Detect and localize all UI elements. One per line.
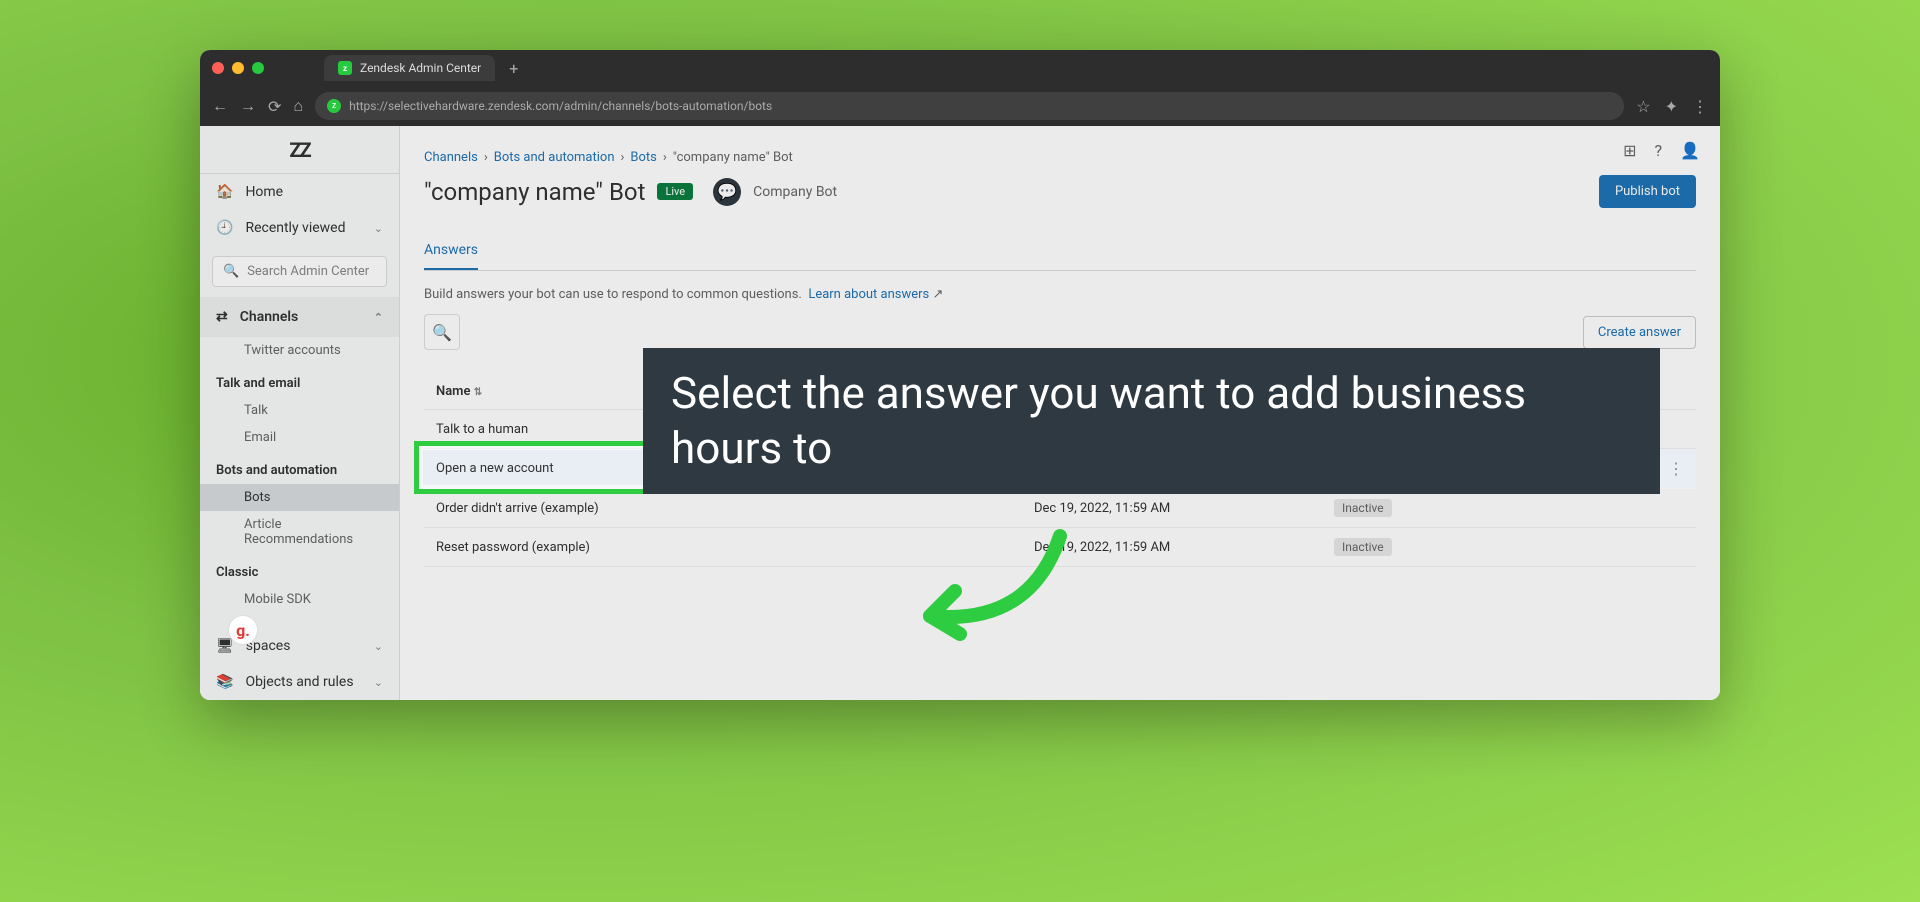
sidebar-channels-header[interactable]: ⇄ Channels ⌃ [200, 297, 399, 337]
chevron-down-icon: ⌄ [374, 676, 383, 689]
external-icon: ↗ [933, 287, 944, 302]
toolbar: 🔍 Create answer [424, 314, 1696, 350]
search-icon: 🔍 [223, 264, 239, 279]
browser-right-icons: ☆ ✦ ⋮ [1636, 97, 1708, 116]
table-row[interactable]: Order didn't arrive (example) Dec 19, 20… [424, 489, 1696, 528]
crumb-channels[interactable]: Channels [424, 150, 478, 165]
company-name: Company Bot [753, 184, 837, 200]
crumb-bots[interactable]: Bots [630, 150, 656, 165]
sidebar-bots-header: Bots and automation [200, 451, 399, 484]
home-nav-icon: 🏠 [216, 184, 233, 200]
reload-icon[interactable]: ⟳ [268, 97, 281, 116]
channels-icon: ⇄ [216, 309, 228, 325]
tabs: Answers [424, 232, 1696, 271]
browser-window: z Zendesk Admin Center + ← → ⟳ ⌂ z https… [200, 50, 1720, 700]
back-icon[interactable]: ← [212, 96, 228, 116]
tab-title: Zendesk Admin Center [360, 61, 481, 75]
search-placeholder: Search Admin Center [247, 264, 369, 279]
publish-button[interactable]: Publish bot [1599, 175, 1696, 208]
breadcrumbs: Channels › Bots and automation › Bots › … [424, 150, 1696, 165]
sidebar-search[interactable]: 🔍 Search Admin Center [212, 256, 387, 287]
sidebar-objects[interactable]: 📚 Objects and rules ⌄ [200, 664, 399, 700]
close-window-icon[interactable] [212, 62, 224, 74]
sidebar-talk[interactable]: Talk [200, 397, 399, 424]
help-link[interactable]: Learn about answers [808, 287, 929, 302]
clock-icon: 🕘 [216, 220, 233, 236]
sidebar-classic-header: Classic [200, 553, 399, 586]
status-pill: Inactive [1334, 499, 1392, 517]
sidebar-talk-email-header: Talk and email [200, 364, 399, 397]
layers-icon: 📚 [216, 674, 233, 690]
help-text-content: Build answers your bot can use to respon… [424, 287, 802, 302]
titlebar: z Zendesk Admin Center + [200, 50, 1720, 86]
url-input[interactable]: z https://selectivehardware.zendesk.com/… [315, 92, 1624, 120]
g-badge-icon[interactable]: g. [228, 615, 258, 645]
sidebar-article[interactable]: Article Recommendations [200, 511, 399, 553]
more-icon[interactable]: ⋮ [1668, 459, 1684, 478]
bot-avatar-icon: 💬 [713, 178, 741, 206]
forward-icon[interactable]: → [240, 96, 256, 116]
profile-icon[interactable]: 👤 [1680, 141, 1700, 160]
topbar-icons: ⊞ ? 👤 [1603, 126, 1720, 174]
app-content: ZZ 🏠 Home 🕘 Recently viewed ⌄ 🔍 Search A… [200, 126, 1720, 700]
menu-icon[interactable]: ⋮ [1692, 97, 1708, 116]
cell-updated: Dec 19, 2022, 11:59 AM [1034, 501, 1334, 516]
sort-icon: ⇅ [474, 387, 482, 398]
status-pill: Inactive [1334, 538, 1392, 556]
sidebar-home[interactable]: 🏠 Home [200, 174, 399, 210]
instruction-callout: Select the answer you want to add busine… [643, 348, 1660, 494]
chevron-up-icon: ⌃ [374, 311, 383, 324]
minimize-window-icon[interactable] [232, 62, 244, 74]
sidebar-twitter[interactable]: Twitter accounts [200, 337, 399, 364]
tab-answers[interactable]: Answers [424, 232, 478, 270]
monitor-icon: 🖥 [216, 638, 234, 654]
crumb-current: "company name" Bot [673, 150, 793, 165]
bookmark-icon[interactable]: ☆ [1636, 97, 1650, 116]
sidebar-bots[interactable]: Bots [200, 484, 399, 511]
recently-label: Recently viewed [245, 220, 345, 236]
extensions-icon[interactable]: ✦ [1665, 97, 1678, 116]
zendesk-favicon-icon: z [338, 61, 352, 75]
traffic-lights [212, 62, 264, 74]
apps-icon[interactable]: ⊞ [1623, 141, 1636, 160]
chevron-down-icon: ⌄ [374, 640, 383, 653]
sidebar-recently[interactable]: 🕘 Recently viewed ⌄ [200, 210, 399, 246]
crumb-bots-auto[interactable]: Bots and automation [494, 150, 615, 165]
home-icon[interactable]: ⌂ [293, 96, 303, 116]
url-bar: ← → ⟳ ⌂ z https://selectivehardware.zend… [200, 86, 1720, 126]
zendesk-logo-icon[interactable]: ZZ [200, 126, 399, 174]
url-text: https://selectivehardware.zendesk.com/ad… [349, 99, 772, 113]
browser-tab[interactable]: z Zendesk Admin Center [324, 55, 495, 81]
chevron-down-icon: ⌄ [374, 222, 383, 235]
cell-name: Order didn't arrive (example) [436, 501, 1034, 516]
status-badge: Live [657, 183, 693, 200]
lock-icon: z [327, 99, 341, 113]
page-title: "company name" Bot [424, 178, 645, 206]
help-icon[interactable]: ? [1655, 141, 1663, 160]
search-answers-button[interactable]: 🔍 [424, 314, 460, 350]
maximize-window-icon[interactable] [252, 62, 264, 74]
arrow-icon [900, 526, 1080, 656]
page-header: "company name" Bot Live 💬 Company Bot Pu… [424, 175, 1696, 208]
sidebar-mobile-sdk[interactable]: Mobile SDK [200, 586, 399, 613]
sidebar-email[interactable]: Email [200, 424, 399, 451]
create-answer-button[interactable]: Create answer [1583, 316, 1696, 349]
sidebar: ZZ 🏠 Home 🕘 Recently viewed ⌄ 🔍 Search A… [200, 126, 400, 700]
help-text: Build answers your bot can use to respon… [424, 287, 1696, 302]
new-tab-button[interactable]: + [509, 59, 518, 78]
objects-label: Objects and rules [245, 674, 353, 690]
channels-label: Channels [240, 309, 299, 325]
home-label: Home [245, 184, 283, 200]
